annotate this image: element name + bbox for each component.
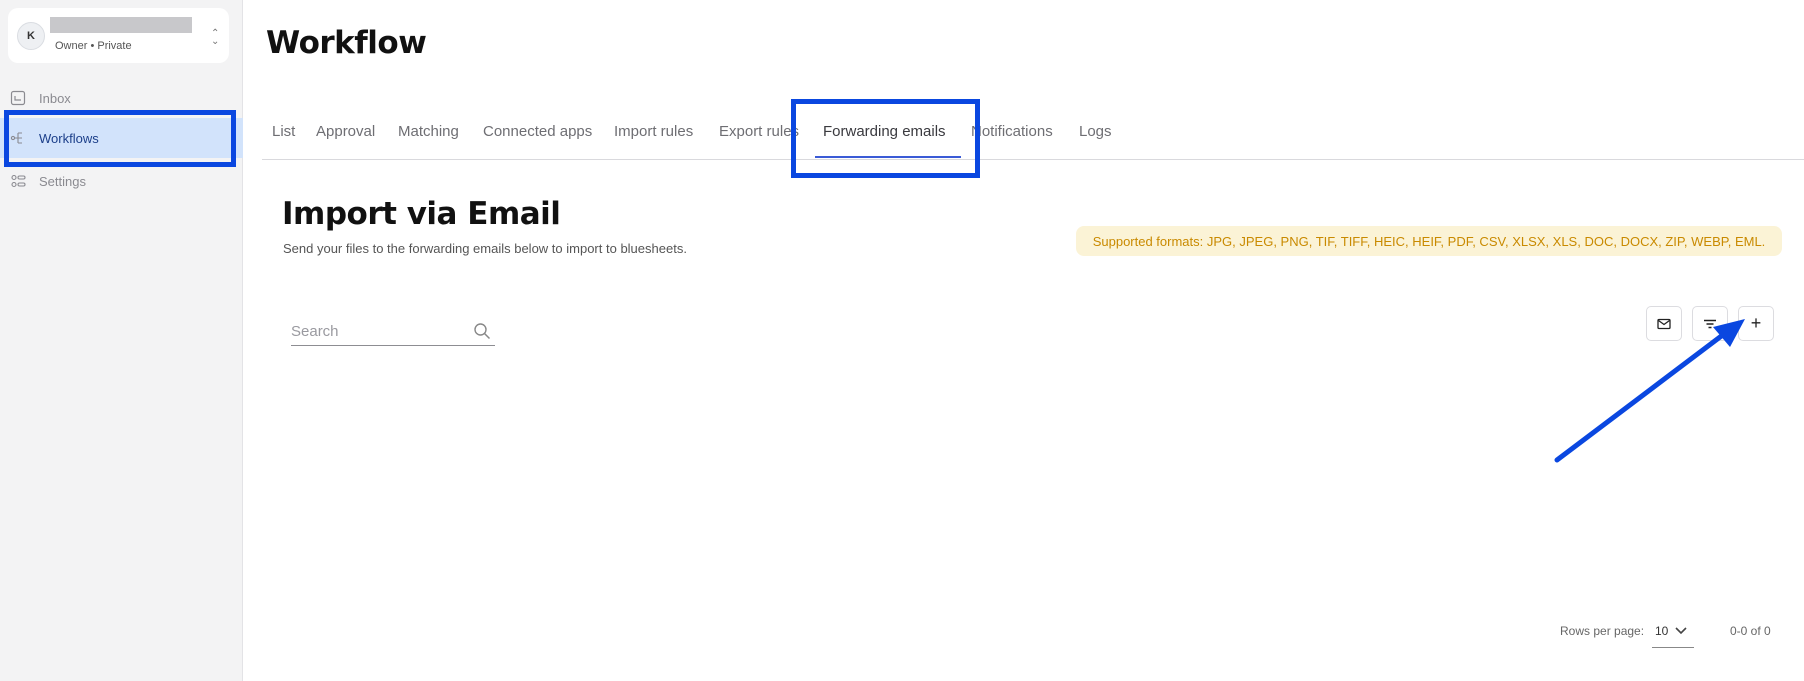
sidebar-item-workflows[interactable]: Workflows [0, 118, 243, 158]
search-field [291, 318, 495, 346]
settings-icon [11, 174, 26, 188]
supported-formats-badge: Supported formats: JPG, JPEG, PNG, TIF, … [1076, 226, 1782, 256]
tab-approval[interactable]: Approval [316, 123, 375, 140]
tab-import-rules[interactable]: Import rules [614, 123, 693, 140]
divider [262, 159, 1804, 160]
search-icon[interactable] [473, 322, 491, 340]
active-tab-indicator [815, 156, 961, 158]
rows-per-page-select[interactable]: 10 [1652, 620, 1694, 648]
sidebar: K Owner • Private ⌃ ⌄ Inbox Workflows Set… [0, 0, 243, 681]
search-input[interactable] [291, 320, 461, 342]
rows-per-page-value: 10 [1655, 624, 1669, 638]
sidebar-item-label: Settings [39, 173, 86, 189]
tab-logs[interactable]: Logs [1079, 123, 1112, 140]
sidebar-item-label: Workflows [39, 130, 99, 146]
tab-forwarding-emails[interactable]: Forwarding emails [823, 123, 946, 140]
sidebar-item-inbox[interactable]: Inbox [0, 78, 243, 118]
filter-icon [1704, 319, 1716, 328]
pagination: Rows per page: 10 0-0 of 0 [1560, 620, 1790, 650]
section-subtitle: Send your files to the forwarding emails… [283, 241, 687, 256]
tab-connected-apps[interactable]: Connected apps [483, 123, 592, 140]
avatar: K [17, 22, 45, 50]
filter-button[interactable] [1692, 306, 1728, 341]
chevron-up-down-icon: ⌃ ⌄ [211, 28, 220, 47]
redaction-mask [50, 17, 192, 33]
sidebar-item-settings[interactable]: Settings [0, 161, 243, 201]
rows-per-page-label: Rows per page: [1560, 624, 1645, 638]
pagination-range: 0-0 of 0 [1730, 624, 1771, 638]
email-button[interactable] [1646, 306, 1682, 341]
workflow-icon [10, 132, 22, 144]
add-button[interactable]: + [1738, 306, 1774, 341]
tab-notifications[interactable]: Notifications [971, 123, 1053, 140]
sidebar-item-label: Inbox [39, 90, 71, 106]
tab-matching[interactable]: Matching [398, 123, 459, 140]
inbox-icon [10, 90, 26, 106]
page-title: Workflow [266, 25, 427, 61]
mail-icon [1657, 318, 1671, 329]
chevron-down-icon [1675, 627, 1687, 635]
tab-export-rules[interactable]: Export rules [719, 123, 799, 140]
tab-list[interactable]: List [272, 123, 295, 140]
workspace-switcher[interactable]: K Owner • Private ⌃ ⌄ [8, 8, 229, 63]
workspace-meta: Owner • Private [55, 40, 132, 52]
section-title: Import via Email [282, 196, 561, 232]
